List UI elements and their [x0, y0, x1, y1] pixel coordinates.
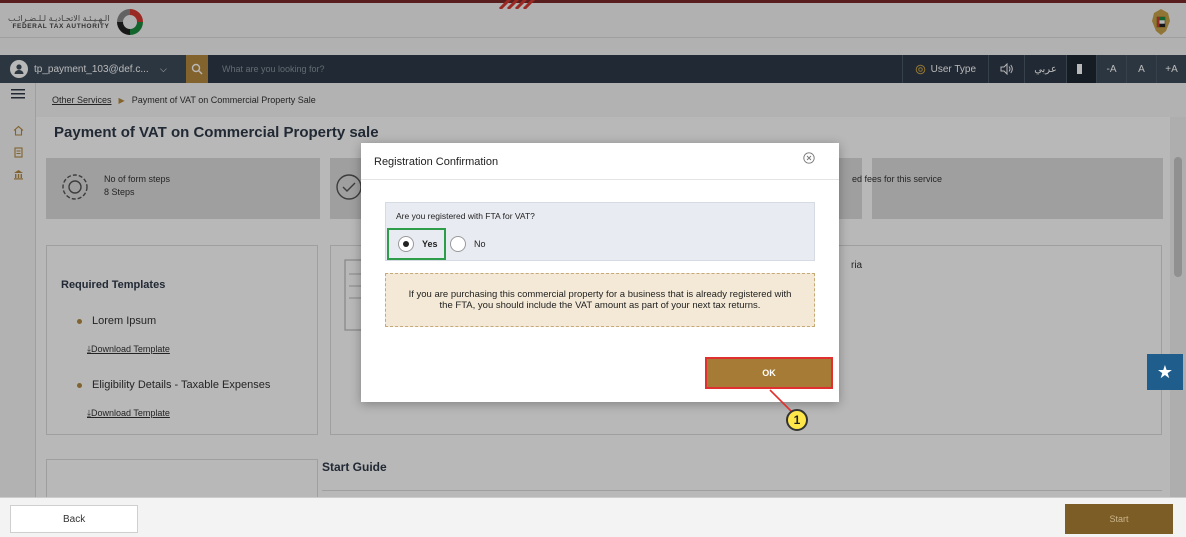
back-button[interactable]: Back [10, 505, 138, 533]
vat-registration-question: Are you registered with FTA for VAT? Yes… [385, 202, 815, 261]
radio-no-label[interactable]: No [474, 239, 486, 249]
footer-bar: Back Start [0, 497, 1186, 537]
favorite-star-button[interactable]: ★ [1147, 354, 1183, 390]
start-button[interactable]: Start [1065, 504, 1173, 534]
dialog-title: Registration Confirmation [374, 156, 499, 168]
registration-confirmation-dialog: Registration Confirmation Are you regist… [361, 143, 839, 402]
ok-button[interactable]: OK [705, 357, 833, 389]
star-icon: ★ [1156, 361, 1174, 382]
close-icon[interactable] [803, 152, 815, 164]
radio-yes-label[interactable]: Yes [422, 239, 438, 249]
step-callout-badge: 1 [786, 409, 808, 431]
radio-yes[interactable] [398, 236, 414, 252]
vat-notice: If you are purchasing this commercial pr… [385, 273, 815, 327]
question-text: Are you registered with FTA for VAT? [396, 211, 535, 221]
radio-no[interactable] [450, 236, 466, 252]
